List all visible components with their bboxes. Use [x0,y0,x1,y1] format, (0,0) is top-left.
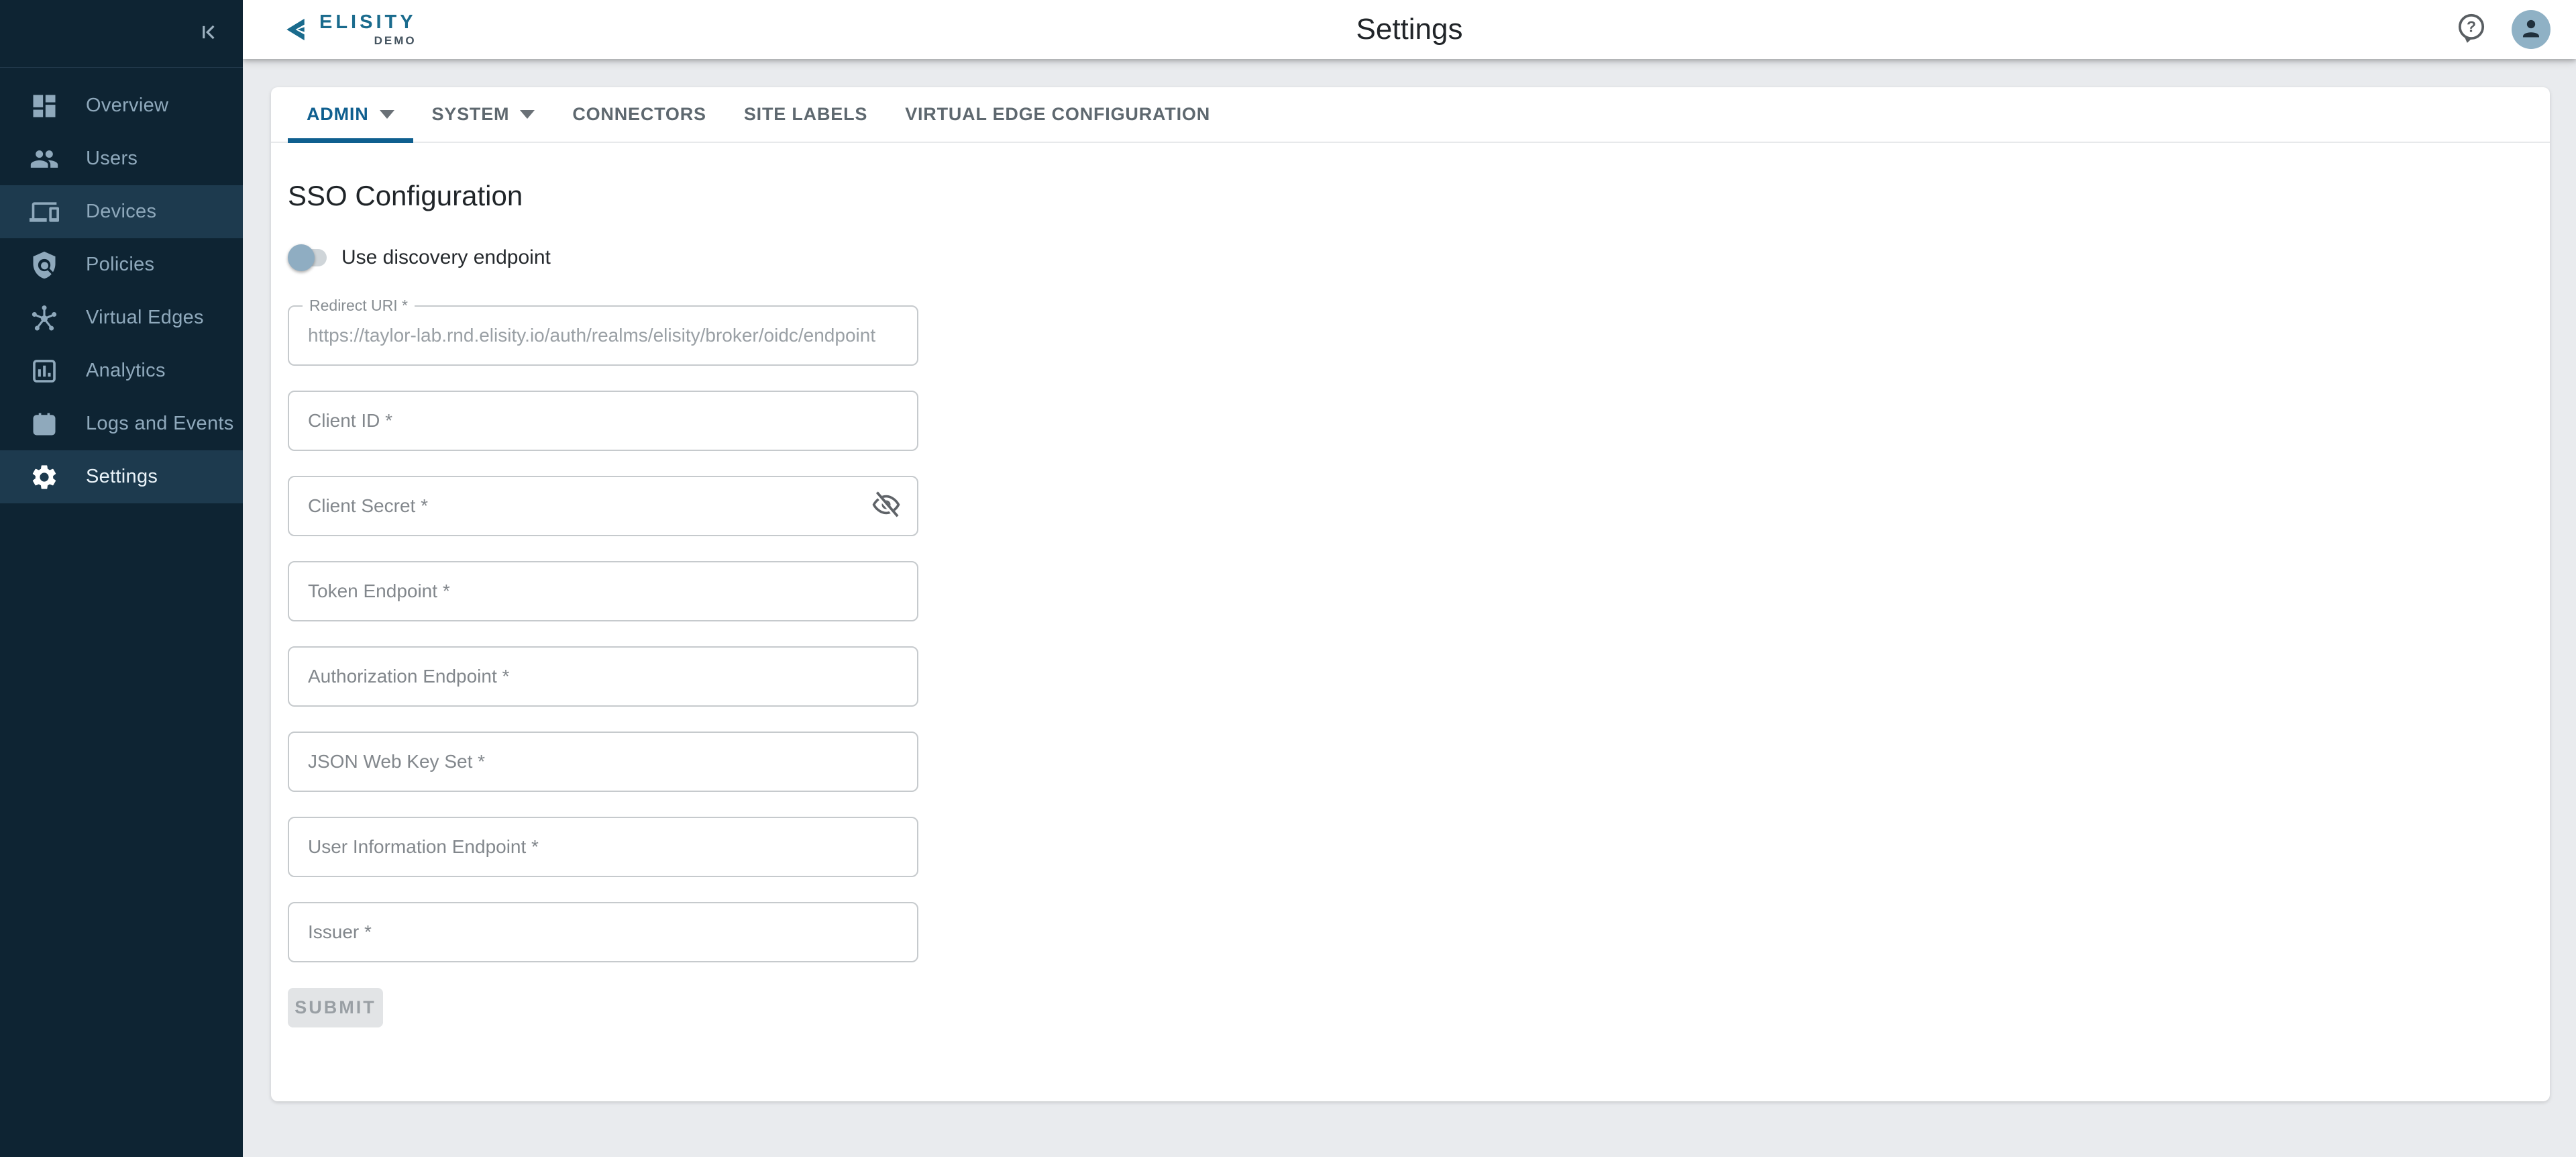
sidebar-item-label: Devices [86,201,156,223]
discovery-endpoint-row: Use discovery endpoint [288,242,2550,274]
svg-text:?: ? [2467,17,2476,35]
sidebar-header [0,0,243,68]
sidebar: Overview Users Devices Policies [0,0,243,1157]
first-page-icon [195,17,224,50]
sidebar-item-label: Virtual Edges [86,307,204,329]
page-title: Settings [1356,13,1463,46]
sidebar-collapse-button[interactable] [193,17,225,50]
elisity-logo-glyph-icon [282,15,311,44]
hub-icon [30,303,59,333]
calendar-icon [30,409,59,439]
logo-variant-text: DEMO [374,35,417,46]
client-id-input[interactable] [289,392,917,450]
help-button[interactable]: ? [2454,12,2489,47]
settings-tab-bar: ADMIN SYSTEM CONNECTORS SITE LABELS VIRT… [271,87,2550,143]
analytics-icon [30,356,59,386]
dashboard-icon [30,91,59,121]
issuer-field [288,902,918,962]
sidebar-item-overview[interactable]: Overview [0,79,243,132]
user-information-endpoint-input[interactable] [289,818,917,876]
client-id-field [288,391,918,451]
use-discovery-endpoint-toggle[interactable] [288,242,327,274]
sidebar-item-label: Users [86,148,138,170]
gear-icon [30,462,59,492]
chevron-down-icon [520,110,535,119]
logo-brand-text: ELISITY [319,13,417,32]
submit-button[interactable]: SUBMIT [288,988,383,1027]
toggle-secret-visibility-button[interactable] [870,490,902,522]
section-heading: SSO Configuration [288,180,2550,212]
sidebar-item-policies[interactable]: Policies [0,238,243,291]
sidebar-item-label: Settings [86,466,158,488]
app-header: ELISITY DEMO Settings ? [243,0,2576,59]
json-web-key-set-input[interactable] [289,733,917,791]
user-avatar-button[interactable] [2512,10,2551,49]
issuer-input[interactable] [289,903,917,961]
toggle-label: Use discovery endpoint [341,246,551,269]
sidebar-item-analytics[interactable]: Analytics [0,344,243,397]
elisity-logo: ELISITY DEMO [282,13,417,46]
token-endpoint-field [288,561,918,621]
sidebar-item-label: Policies [86,254,154,276]
toggle-thumb [288,244,315,271]
people-icon [30,144,59,174]
tab-connectors[interactable]: CONNECTORS [553,87,725,142]
redirect-uri-field: Redirect URI * [288,305,918,366]
sidebar-item-logs-and-events[interactable]: Logs and Events [0,397,243,450]
tab-site-labels[interactable]: SITE LABELS [725,87,886,142]
json-web-key-set-field [288,732,918,792]
authorization-endpoint-field [288,646,918,707]
sidebar-item-label: Logs and Events [86,413,234,435]
user-information-endpoint-field [288,817,918,877]
authorization-endpoint-input[interactable] [289,648,917,705]
visibility-off-icon [871,489,902,523]
tab-admin[interactable]: ADMIN [288,87,413,142]
sidebar-item-label: Analytics [86,360,166,382]
sidebar-item-settings[interactable]: Settings [0,450,243,503]
redirect-uri-input[interactable] [289,307,917,364]
sidebar-item-devices[interactable]: Devices [0,185,243,238]
sidebar-item-label: Overview [86,95,168,117]
sidebar-item-virtual-edges[interactable]: Virtual Edges [0,291,243,344]
policy-shield-icon [30,250,59,280]
client-secret-input[interactable] [289,477,917,535]
client-secret-field [288,476,918,536]
main-area: ADMIN SYSTEM CONNECTORS SITE LABELS VIRT… [243,59,2576,1157]
person-icon [2519,16,2543,44]
chevron-down-icon [380,110,394,119]
sidebar-item-users[interactable]: Users [0,132,243,185]
devices-icon [30,197,59,227]
tab-system[interactable]: SYSTEM [413,87,554,142]
field-label: Redirect URI * [303,297,415,315]
sidebar-nav: Overview Users Devices Policies [0,68,243,503]
sso-configuration-section: SSO Configuration Use discovery endpoint… [271,180,2550,1027]
tab-virtual-edge-configuration[interactable]: VIRTUAL EDGE CONFIGURATION [886,87,1229,142]
settings-card: ADMIN SYSTEM CONNECTORS SITE LABELS VIRT… [271,87,2550,1101]
help-question-icon: ? [2455,11,2488,48]
token-endpoint-input[interactable] [289,562,917,620]
